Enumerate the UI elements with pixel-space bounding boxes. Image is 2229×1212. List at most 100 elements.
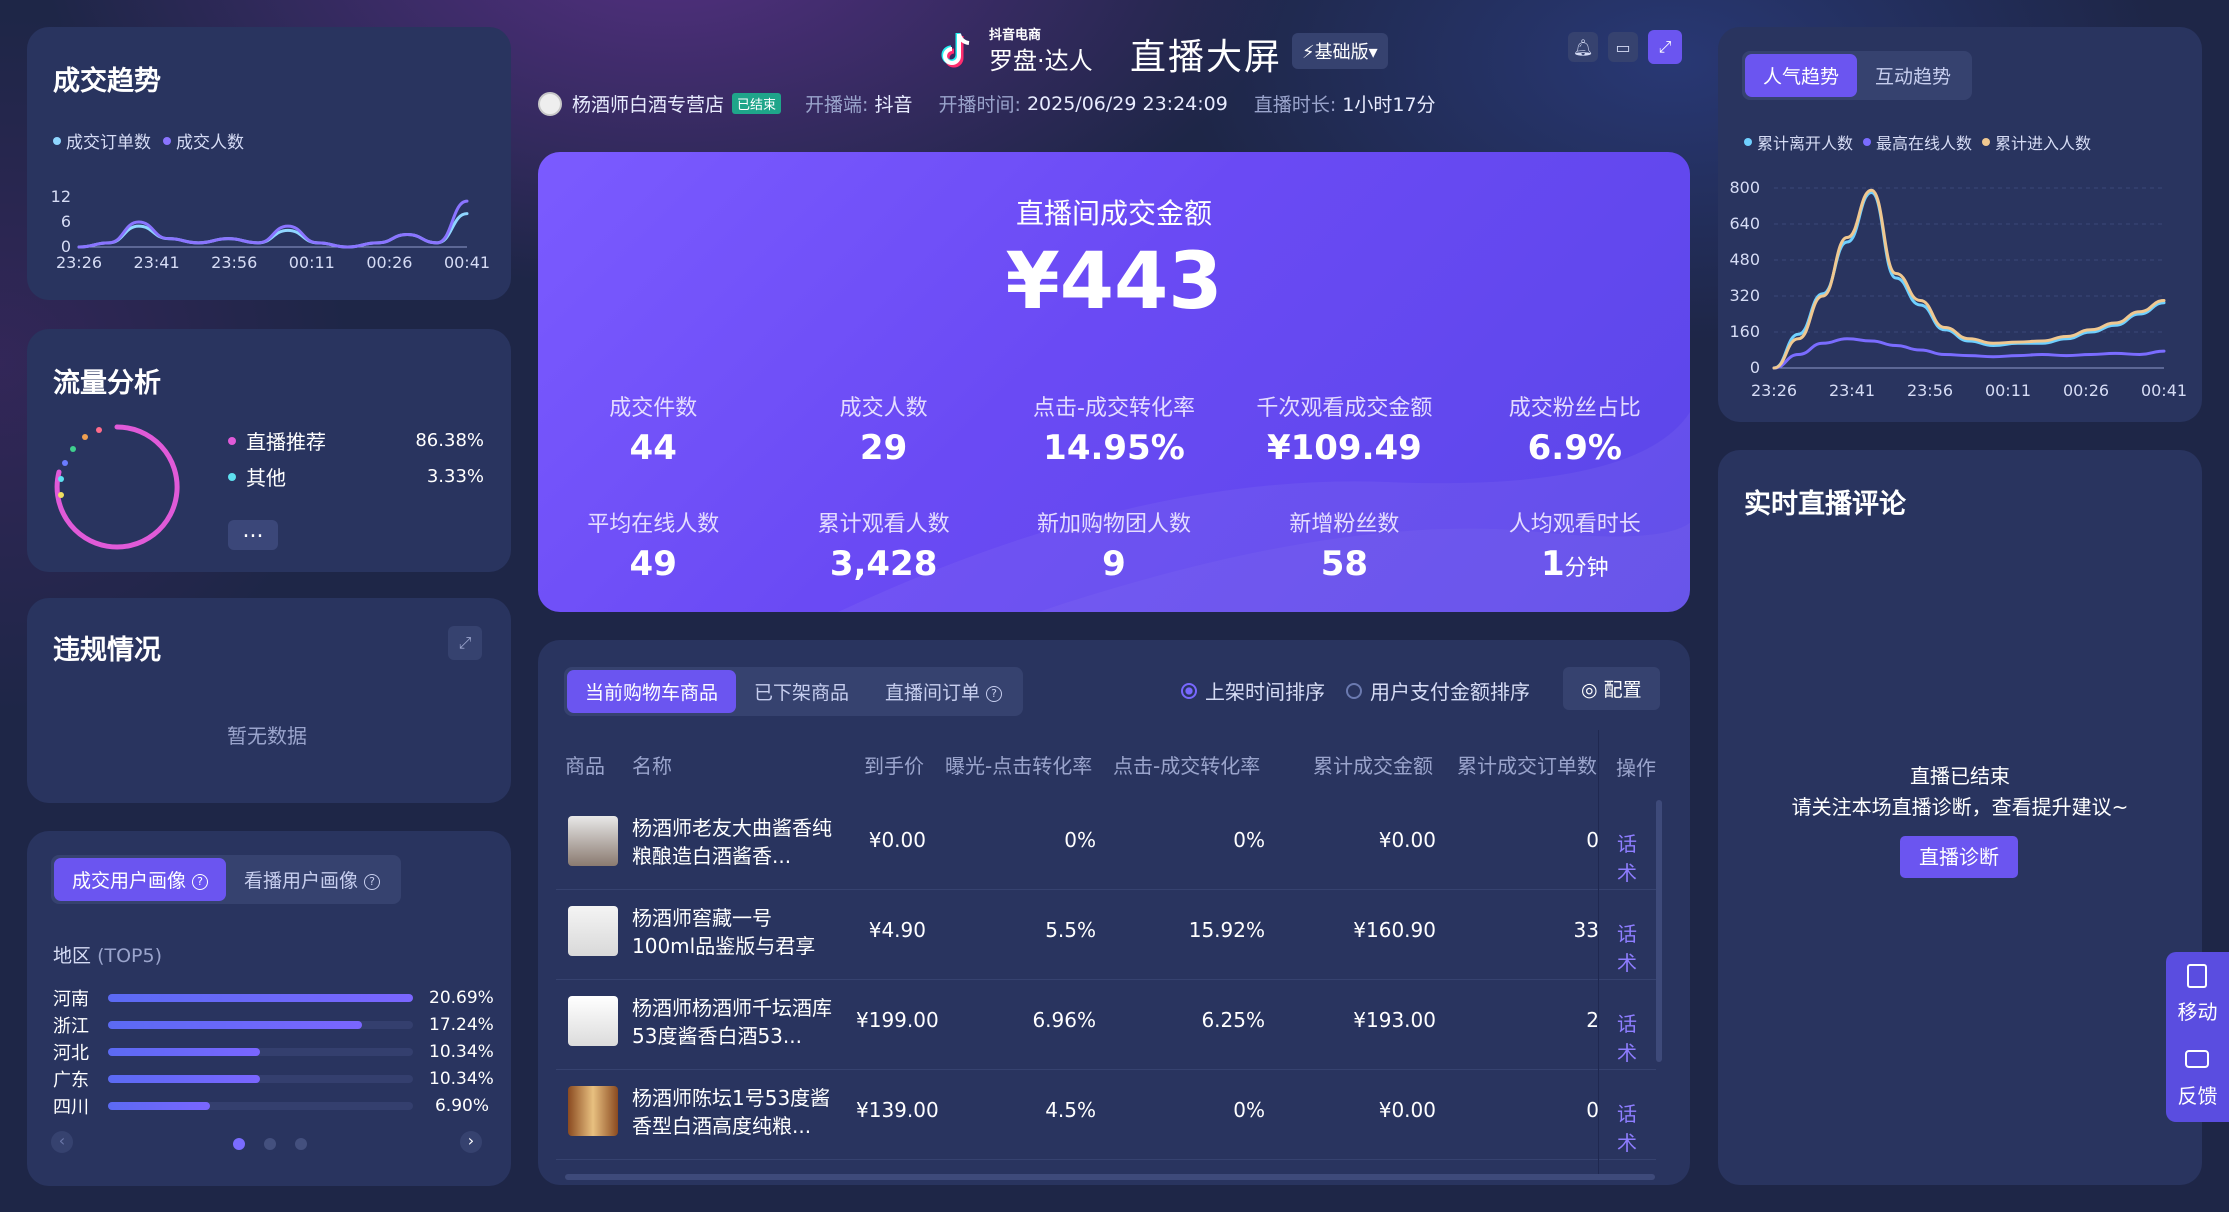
region-name: 广东 xyxy=(53,1070,89,1091)
kpi-value: 3,428 xyxy=(829,544,938,584)
product-name[interactable]: 杨酒师窖藏一号100ml品鉴版与君享白酒 xyxy=(632,904,832,960)
cell-ctr: 0% xyxy=(1064,828,1096,852)
popularity-chart: 0 160 320 480 640 800 23:26 23:41 23:56 00:11 00:2… xyxy=(1729,178,2187,400)
script-link[interactable]: 话术 xyxy=(1617,828,1656,886)
traffic-item: 直播推荐 86.38% xyxy=(228,426,484,455)
traffic-label: 其他 xyxy=(246,466,286,490)
region-bar-fill xyxy=(108,1102,210,1110)
violation-card: 违规情况 ⤢ 暂无数据 xyxy=(27,598,511,803)
vertical-scrollbar[interactable] xyxy=(1656,800,1662,1062)
region-header: 地区 (TOP5) xyxy=(53,941,162,968)
sort-by-listing-time[interactable]: 上架时间排序 xyxy=(1181,676,1325,705)
table-row[interactable]: 杨酒师杨酒师千坛酒库53度酱香白酒53... ¥199.00 6.96% 6.25% ¥… xyxy=(556,980,1656,1070)
tab-removed-products[interactable]: 已下架商品 xyxy=(736,670,867,713)
kpi-item: 成交粉丝占比 6.9% xyxy=(1460,390,1690,468)
diagnosis-button[interactable]: 直播诊断 xyxy=(1900,836,2018,878)
tab-live-orders[interactable]: 直播间订单? xyxy=(867,670,1020,713)
kpi-item: 累计观看人数 3,428 xyxy=(768,506,998,584)
kpi-item: 平均在线人数 49 xyxy=(538,506,768,584)
kpi-item: 千次观看成交金额 ¥109.49 xyxy=(1229,390,1459,468)
donut-dot xyxy=(70,446,76,452)
cell-ctr: 5.5% xyxy=(1045,918,1096,942)
cell-ctr: 6.96% xyxy=(1032,1008,1096,1032)
page-dot[interactable] xyxy=(264,1138,276,1150)
tab-viewer-persona[interactable]: 看播用户画像? xyxy=(226,858,398,901)
product-name[interactable]: 杨酒师陈坛1号53度酱香型白酒高度纯粮... xyxy=(632,1084,832,1140)
tab-deal-persona[interactable]: 成交用户画像? xyxy=(54,858,227,901)
cell-orders: 2 xyxy=(1586,1008,1599,1032)
product-name[interactable]: 杨酒师老友大曲酱香纯粮酿造白酒酱香... xyxy=(632,814,832,870)
region-name: 浙江 xyxy=(53,1016,89,1037)
donut-dot xyxy=(58,492,64,498)
traffic-label: 直播推荐 xyxy=(246,430,326,454)
table-row[interactable]: 杨酒师老友大曲酱香纯粮酿造白酒酱香... ¥0.00 0% 0% ¥0.00 0 话术 xyxy=(556,800,1656,890)
trend-chart: 061223:26 23:41 23:56 00:11 00:26 00:41 xyxy=(51,187,490,272)
feedback-icon[interactable] xyxy=(2185,1050,2209,1068)
region-pct: 17.24% xyxy=(429,1015,494,1035)
diagnosis-hint: 请关注本场直播诊断，查看提升建议~ xyxy=(1791,795,2129,819)
mobile-icon[interactable] xyxy=(2187,964,2207,988)
kpi-label: 新加购物团人数 xyxy=(1036,512,1191,537)
help-icon[interactable]: ? xyxy=(364,873,381,890)
column-header: 点击-成交转化率 xyxy=(1113,754,1261,778)
move-button[interactable]: 移动 xyxy=(2166,996,2229,1025)
region-row: 四川 6.90% xyxy=(53,1093,489,1119)
y-tick-label: 320 xyxy=(1729,286,1760,305)
product-tabs: 当前购物车商品 已下架商品 直播间订单? xyxy=(564,667,1024,716)
sort-by-payment[interactable]: 用户支付金额排序 xyxy=(1346,676,1530,705)
x-tick-label: 00:41 xyxy=(2141,381,2187,400)
page-dot-active[interactable] xyxy=(233,1138,245,1150)
script-link[interactable]: 话术 xyxy=(1617,918,1656,976)
version-select[interactable]: ⚡基础版▾ xyxy=(1292,33,1388,69)
prev-page-button[interactable]: ‹ xyxy=(51,1131,73,1153)
region-row: 浙江 17.24% xyxy=(53,1012,494,1038)
region-label: 地区 xyxy=(53,945,92,967)
column-header: 商品 xyxy=(565,754,605,778)
config-button[interactable]: ◎ 配置 xyxy=(1563,667,1660,710)
product-name[interactable]: 杨酒师杨酒师千坛酒库53度酱香白酒53... xyxy=(632,994,832,1050)
cell-gmv: ¥0.00 xyxy=(1378,828,1436,852)
platform-label: 开播端: xyxy=(805,94,869,116)
more-button[interactable]: ... xyxy=(228,520,278,550)
cell-ctr: 4.5% xyxy=(1045,1098,1096,1122)
fullscreen-icon[interactable]: ⤢ xyxy=(1648,30,1682,64)
next-page-button[interactable]: › xyxy=(460,1131,482,1153)
traffic-title: 流量分析 xyxy=(53,368,161,399)
horizontal-scrollbar[interactable] xyxy=(565,1174,1655,1180)
violation-title: 违规情况 xyxy=(53,635,161,666)
script-link[interactable]: 话术 xyxy=(1617,1008,1656,1066)
traffic-pct: 3.33% xyxy=(426,466,484,487)
help-icon[interactable]: ? xyxy=(192,873,209,890)
cell-gmv: ¥160.90 xyxy=(1353,918,1436,942)
cell-gmv: ¥0.00 xyxy=(1378,1098,1436,1122)
cell-price: ¥0.00 xyxy=(868,828,926,852)
traffic-item: 其他 3.33% xyxy=(228,462,484,491)
donut-dot xyxy=(96,427,102,433)
page-dot[interactable] xyxy=(295,1138,307,1150)
kpi-label: 成交粉丝占比 xyxy=(1508,396,1641,421)
kpi-label: 人均观看时长 xyxy=(1508,512,1641,537)
traffic-donut xyxy=(54,424,180,550)
help-icon[interactable]: ? xyxy=(986,685,1003,702)
region-pct: 10.34% xyxy=(429,1042,494,1062)
tab-cart-products[interactable]: 当前购物车商品 xyxy=(567,670,737,713)
table-row[interactable]: 杨酒师陈坛1号53度酱香型白酒高度纯粮... ¥139.00 4.5% 0% ¥0.00… xyxy=(556,1070,1656,1160)
region-bar xyxy=(108,1021,413,1029)
x-tick-label: 23:41 xyxy=(134,253,180,272)
start-time-value: 2025/06/29 23:24:09 xyxy=(1026,92,1228,115)
tab-label: 成交用户画像 xyxy=(72,870,187,892)
empty-state: 暂无数据 xyxy=(227,724,307,748)
expand-icon[interactable]: ⤢ xyxy=(448,626,482,660)
feedback-button[interactable]: 反馈 xyxy=(2166,1080,2229,1109)
x-tick-label: 00:41 xyxy=(444,253,490,272)
x-tick-label: 00:11 xyxy=(1985,381,2031,400)
column-header: 到手价 xyxy=(864,754,924,778)
table-row[interactable]: 杨酒师窖藏一号100ml品鉴版与君享白酒 ¥4.90 5.5% 15.92% ¥160.… xyxy=(556,890,1656,980)
gmv-value: ¥443 xyxy=(1005,237,1223,327)
bell-icon[interactable]: 🔔︎ xyxy=(1568,32,1598,62)
version-label: 基础版 xyxy=(1314,42,1369,63)
shop-name[interactable]: 杨酒师白酒专营店 xyxy=(572,90,724,117)
script-link[interactable]: 话术 xyxy=(1617,1098,1656,1156)
monitor-icon[interactable]: ▭ xyxy=(1608,32,1638,62)
product-thumbnail xyxy=(568,906,618,956)
